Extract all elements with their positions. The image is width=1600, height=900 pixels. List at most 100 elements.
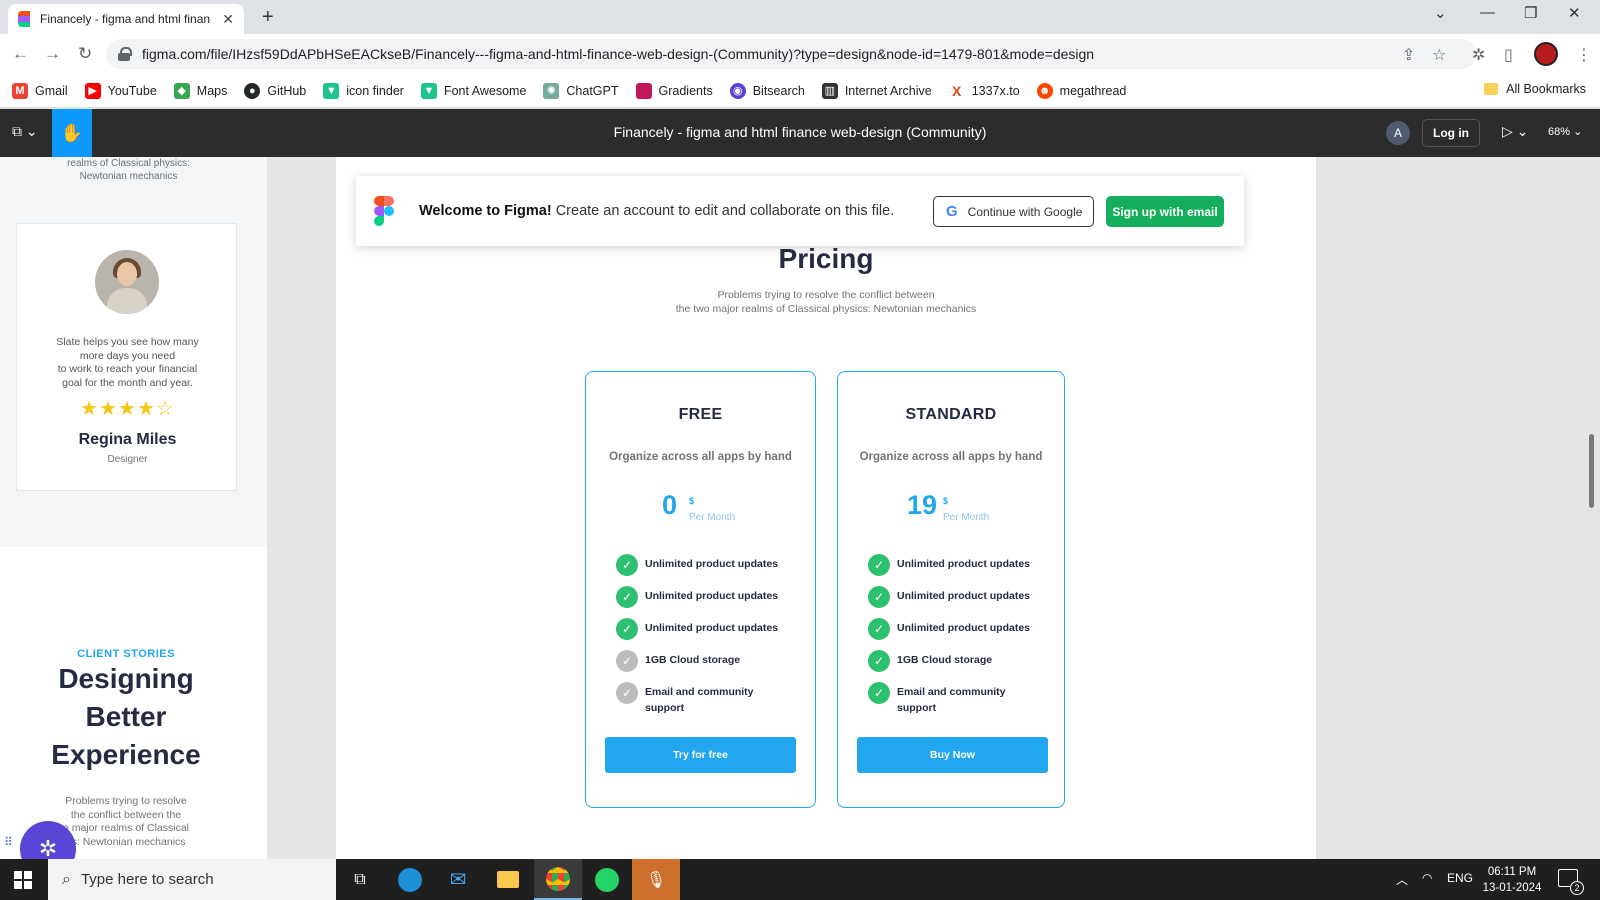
system-clock[interactable]: 06:11 PM 13-01-2024: [1480, 864, 1544, 896]
fontawesome-icon: ▼: [420, 82, 437, 99]
tab-close-icon[interactable]: ✕: [222, 11, 234, 28]
pricing-card-free: FREE Organize across all apps by hand 0 …: [585, 371, 816, 808]
bookmark-archive[interactable]: ▥ Internet Archive: [821, 82, 932, 99]
check-icon: ✓: [616, 586, 638, 608]
avatar: [95, 250, 159, 314]
plan-price: 0: [662, 490, 678, 520]
bookmark-chatgpt[interactable]: ✺ ChatGPT: [543, 82, 619, 99]
bookmark-gmail[interactable]: M Gmail: [12, 82, 68, 99]
plan-period: Per Month: [689, 512, 736, 523]
client-stories-title: Designing Better Experience: [51, 663, 201, 770]
url-field[interactable]: figma.com/file/IHzsf59DdAPbHSeEACkseB/Fi…: [106, 39, 1476, 69]
bookmark-megathread[interactable]: ☻ megathread: [1036, 82, 1126, 99]
check-icon: ✓: [868, 586, 890, 608]
plan-description: Organize across all apps by hand: [609, 451, 792, 463]
plan-price: 19: [907, 490, 938, 520]
lock-icon: [118, 47, 132, 61]
feature-item: ✓ Email and community support: [616, 682, 776, 716]
mail-icon[interactable]: ✉: [434, 859, 482, 900]
check-icon: ✓: [868, 650, 890, 672]
file-title: Financely - figma and html finance web-d…: [613, 124, 987, 140]
left-frame: realms of Classical physics: Newtonian m…: [0, 157, 267, 859]
check-disabled-icon: ✓: [616, 682, 638, 704]
figma-toolbar: ⧉ ⌄ ✋ Financely - figma and html finance…: [0, 109, 1600, 157]
pricing-card-standard: STANDARD Organize across all apps by han…: [837, 371, 1065, 808]
try-for-free-button[interactable]: Try for free: [605, 737, 796, 773]
back-icon[interactable]: ←: [12, 44, 29, 64]
language-indicator[interactable]: ENG: [1447, 871, 1473, 885]
menu-kebab-icon[interactable]: ⋮: [1576, 45, 1592, 65]
continue-with-google-button[interactable]: G Continue with Google: [933, 196, 1094, 227]
check-icon: ✓: [868, 618, 890, 640]
star-rating-icon: ★★★★☆: [80, 398, 175, 420]
extensions-icon[interactable]: ✲: [1472, 45, 1485, 65]
github-icon: ●: [244, 82, 261, 99]
bookmark-iconfinder[interactable]: ▼ icon finder: [323, 82, 404, 99]
login-button[interactable]: Log in: [1422, 119, 1480, 147]
buy-now-button[interactable]: Buy Now: [857, 737, 1048, 773]
design-canvas[interactable]: realms of Classical physics: Newtonian m…: [0, 157, 1600, 859]
close-window-icon[interactable]: ✕: [1568, 4, 1581, 22]
share-icon[interactable]: ⇪: [1402, 45, 1415, 65]
tab-strip: Financely - figma and html finan ✕ + ⌄ —…: [0, 0, 1600, 34]
zoom-level[interactable]: 68% ⌄: [1548, 125, 1582, 138]
testimonial-quote: Slate helps you see how many more days y…: [56, 336, 199, 389]
notification-count: 2: [1570, 881, 1584, 895]
check-icon: ✓: [868, 554, 890, 576]
check-icon: ✓: [868, 682, 890, 704]
whatsapp-icon[interactable]: [583, 859, 631, 900]
archive-icon: ▥: [821, 82, 838, 99]
bookmark-gradients[interactable]: Gradients: [635, 82, 713, 99]
feature-item: ✓ Unlimited product updates: [868, 618, 1058, 640]
taskbar-search-field[interactable]: ⌕ Type here to search: [48, 859, 336, 900]
pricing-title: Pricing: [778, 243, 874, 274]
browser-tab[interactable]: Financely - figma and html finan ✕: [8, 4, 244, 34]
bookmark-fontawesome[interactable]: ▼ Font Awesome: [420, 82, 526, 99]
restore-icon[interactable]: ❐: [1524, 4, 1537, 22]
task-view-icon[interactable]: ⧉: [336, 859, 384, 900]
microphone-icon[interactable]: 🎙: [632, 859, 680, 900]
user-avatar[interactable]: A: [1386, 121, 1410, 145]
iconfinder-icon: ▼: [323, 82, 340, 99]
url-text: figma.com/file/IHzsf59DdAPbHSeEACkseB/Fi…: [142, 46, 1095, 62]
reload-icon[interactable]: ↻: [78, 44, 92, 64]
file-explorer-icon[interactable]: [484, 859, 532, 900]
bookmark-bitsearch[interactable]: ◉ Bitsearch: [729, 82, 805, 99]
bookmark-maps[interactable]: ◆ Maps: [173, 82, 227, 99]
new-tab-icon[interactable]: +: [262, 6, 274, 29]
figma-logo-icon: [374, 196, 394, 226]
forward-icon[interactable]: →: [44, 44, 61, 64]
canvas-scrollbar[interactable]: [1589, 434, 1594, 508]
wifi-icon[interactable]: ◠: [1422, 871, 1432, 885]
bookmark-youtube[interactable]: ▶ YouTube: [84, 82, 157, 99]
feature-item: ✓ Unlimited product updates: [868, 586, 1058, 608]
tab-search-icon[interactable]: ⌄: [1434, 4, 1447, 22]
reddit-icon: ☻: [1036, 82, 1053, 99]
edge-icon[interactable]: [386, 859, 434, 900]
tray-chevron-icon[interactable]: ︿: [1396, 871, 1408, 888]
plan-name: FREE: [678, 406, 723, 423]
bookmark-star-icon[interactable]: ☆: [1432, 45, 1446, 65]
bookmark-github[interactable]: ● GitHub: [244, 82, 306, 99]
windows-start-icon[interactable]: [14, 871, 32, 889]
plan-name: STANDARD: [905, 406, 997, 423]
sign-up-email-button[interactable]: Sign up with email: [1106, 196, 1224, 227]
search-icon: ⌕: [62, 870, 71, 888]
plan-period: Per Month: [943, 512, 990, 523]
present-icon[interactable]: ▷ ⌄: [1502, 123, 1528, 140]
side-panel-icon[interactable]: ▯: [1504, 45, 1513, 65]
chrome-icon[interactable]: [534, 859, 582, 900]
bookmark-1337x[interactable]: X 1337x.to: [949, 83, 1020, 99]
profile-avatar[interactable]: [1534, 42, 1558, 66]
google-icon: G: [946, 203, 958, 220]
plan-description: Organize across all apps by hand: [859, 451, 1043, 463]
feature-item: ✓ Unlimited product updates: [616, 554, 806, 576]
feature-item: ✓ 1GB Cloud storage: [868, 650, 1058, 672]
pricing-subtitle: Problems trying to resolve the conflict …: [675, 289, 977, 315]
welcome-banner: Welcome to Figma! Create an account to e…: [356, 176, 1244, 246]
plan-currency: $: [689, 496, 695, 506]
gmail-icon: M: [12, 82, 28, 99]
all-bookmarks[interactable]: All Bookmarks: [1484, 82, 1586, 96]
drag-grip-icon[interactable]: ⠿: [4, 836, 14, 848]
minimize-icon[interactable]: —: [1480, 4, 1495, 21]
